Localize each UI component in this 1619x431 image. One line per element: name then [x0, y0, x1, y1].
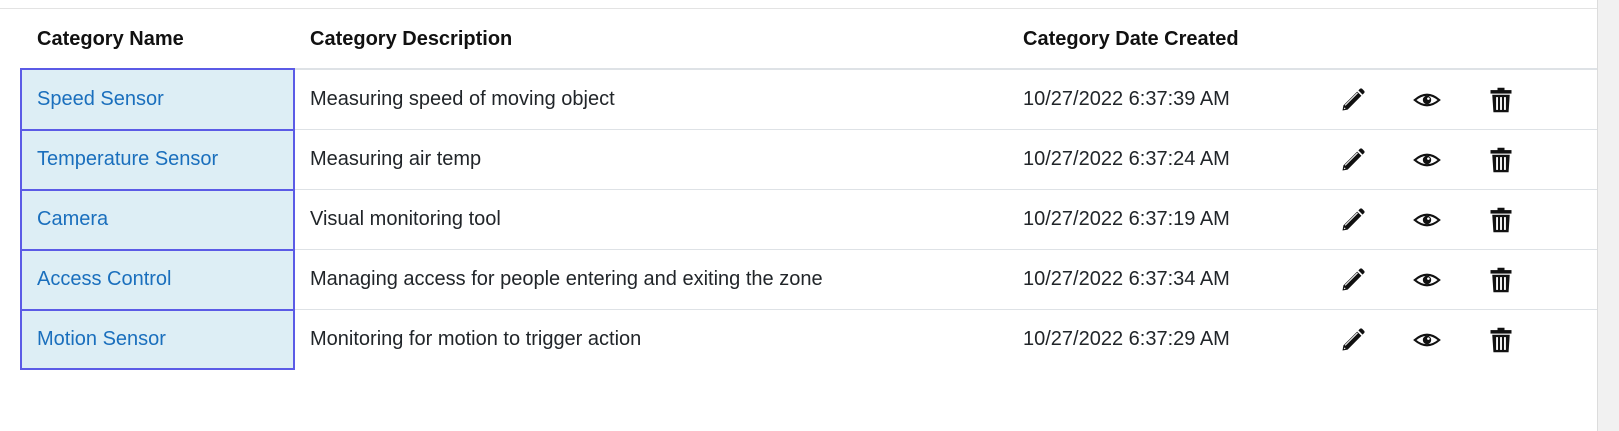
view-button[interactable] [1413, 266, 1441, 294]
trash-icon [1490, 327, 1512, 352]
row-spacer [1530, 69, 1597, 130]
header-view-column [1382, 10, 1456, 70]
table-header: Category Name Category Description Categ… [21, 10, 1597, 70]
category-name-link[interactable]: Access Control [37, 268, 172, 290]
header-spacer [1530, 10, 1597, 70]
category-date-created: 10/27/2022 6:37:39 AM [1007, 69, 1307, 130]
delete-button[interactable] [1487, 86, 1515, 114]
pencil-icon [1342, 147, 1365, 170]
view-cell [1382, 69, 1456, 130]
header-category-date-created: Category Date Created [1007, 10, 1307, 70]
trash-icon [1490, 207, 1512, 232]
categories-page: Category Name Category Description Categ… [0, 0, 1619, 431]
eye-icon [1413, 153, 1441, 166]
table-body: Speed Sensor Measuring speed of moving o… [20, 68, 1597, 370]
category-name-link[interactable]: Temperature Sensor [37, 148, 218, 170]
eye-icon [1413, 273, 1441, 286]
edit-button[interactable] [1339, 326, 1367, 354]
edit-cell [1307, 189, 1382, 250]
edit-cell [1307, 310, 1382, 370]
eye-icon [1413, 333, 1441, 346]
categories-table: Category Name Category Description Categ… [20, 10, 1597, 370]
view-cell [1382, 189, 1456, 250]
category-date-created: 10/27/2022 6:37:24 AM [1007, 129, 1307, 190]
delete-button[interactable] [1487, 206, 1515, 234]
edit-button[interactable] [1339, 206, 1367, 234]
view-button[interactable] [1413, 206, 1441, 234]
edit-cell [1307, 129, 1382, 190]
view-cell [1382, 129, 1456, 190]
category-description: Measuring air temp [294, 129, 1007, 190]
row-spacer [1530, 310, 1597, 370]
delete-button[interactable] [1487, 146, 1515, 174]
view-button[interactable] [1413, 146, 1441, 174]
table-row: Motion Sensor Monitoring for motion to t… [20, 308, 1597, 370]
pencil-icon [1342, 207, 1365, 230]
pencil-icon [1342, 267, 1365, 290]
delete-cell [1456, 310, 1530, 370]
delete-button[interactable] [1487, 326, 1515, 354]
edit-button[interactable] [1339, 146, 1367, 174]
category-name-cell: Access Control [20, 248, 295, 311]
row-spacer [1530, 249, 1597, 310]
category-description: Managing access for people entering and … [294, 249, 1007, 310]
category-description: Visual monitoring tool [294, 189, 1007, 250]
row-spacer [1530, 189, 1597, 250]
delete-cell [1456, 129, 1530, 190]
header-category-name: Category Name [21, 10, 294, 70]
table-row: Temperature Sensor Measuring air temp 10… [20, 128, 1597, 191]
row-spacer [1530, 129, 1597, 190]
category-name-link[interactable]: Camera [37, 208, 108, 230]
table-row: Access Control Managing access for peopl… [20, 248, 1597, 311]
pencil-icon [1342, 87, 1365, 110]
delete-cell [1456, 189, 1530, 250]
trash-icon [1490, 147, 1512, 172]
category-name-link[interactable]: Motion Sensor [37, 328, 166, 350]
edit-cell [1307, 249, 1382, 310]
category-name-link[interactable]: Speed Sensor [37, 88, 164, 110]
header-category-description: Category Description [294, 10, 1007, 70]
edit-button[interactable] [1339, 266, 1367, 294]
category-name-cell: Motion Sensor [20, 308, 295, 370]
view-button[interactable] [1413, 326, 1441, 354]
category-date-created: 10/27/2022 6:37:19 AM [1007, 189, 1307, 250]
category-name-cell: Speed Sensor [20, 68, 295, 131]
pencil-icon [1342, 327, 1365, 350]
view-cell [1382, 310, 1456, 370]
view-cell [1382, 249, 1456, 310]
table-row: Camera Visual monitoring tool 10/27/2022… [20, 188, 1597, 251]
header-edit-column [1307, 10, 1382, 70]
category-date-created: 10/27/2022 6:37:34 AM [1007, 249, 1307, 310]
category-name-cell: Temperature Sensor [20, 128, 295, 191]
category-description: Monitoring for motion to trigger action [310, 328, 642, 350]
top-divider [0, 8, 1600, 9]
trash-icon [1490, 267, 1512, 292]
category-description: Measuring speed of moving object [294, 69, 1007, 130]
edit-button[interactable] [1339, 86, 1367, 114]
category-name-cell: Camera [20, 188, 295, 251]
header-delete-column [1456, 10, 1530, 70]
delete-cell [1456, 249, 1530, 310]
vertical-scrollbar[interactable] [1597, 0, 1619, 431]
table-row: Speed Sensor Measuring speed of moving o… [20, 68, 1597, 131]
delete-button[interactable] [1487, 266, 1515, 294]
edit-cell [1307, 69, 1382, 130]
eye-icon [1413, 213, 1441, 226]
eye-icon [1413, 93, 1441, 106]
view-button[interactable] [1413, 86, 1441, 114]
trash-icon [1490, 87, 1512, 112]
header-row: Category Name Category Description Categ… [21, 10, 1597, 70]
delete-cell [1456, 69, 1530, 130]
category-date-created: 10/27/2022 6:37:29 AM [1023, 328, 1230, 350]
